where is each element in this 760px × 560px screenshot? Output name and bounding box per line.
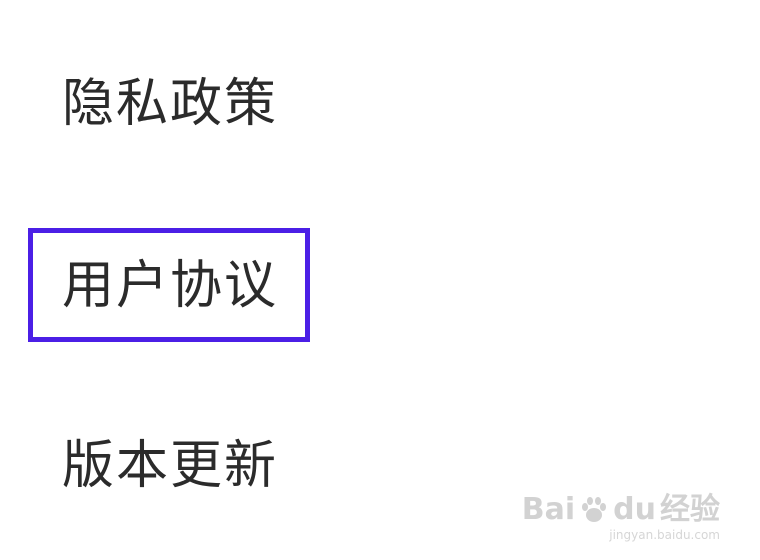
watermark-brand-suffix: 经验	[660, 492, 720, 527]
paw-icon	[582, 497, 607, 522]
watermark-logo: Bai du 经验	[522, 495, 720, 525]
watermark-url: jingyan.baidu.com	[609, 528, 720, 542]
watermark-brand-left: Bai	[521, 492, 576, 527]
menu-item-privacy-policy[interactable]: 隐私政策	[62, 78, 278, 130]
menu-item-version-update[interactable]: 版本更新	[62, 440, 278, 492]
menu-item-user-agreement[interactable]: 用户协议	[62, 260, 278, 312]
watermark-brand-right: du	[613, 492, 656, 527]
baidu-jingyan-watermark: Bai du 经验 jingyan.baidu.com	[522, 495, 720, 543]
